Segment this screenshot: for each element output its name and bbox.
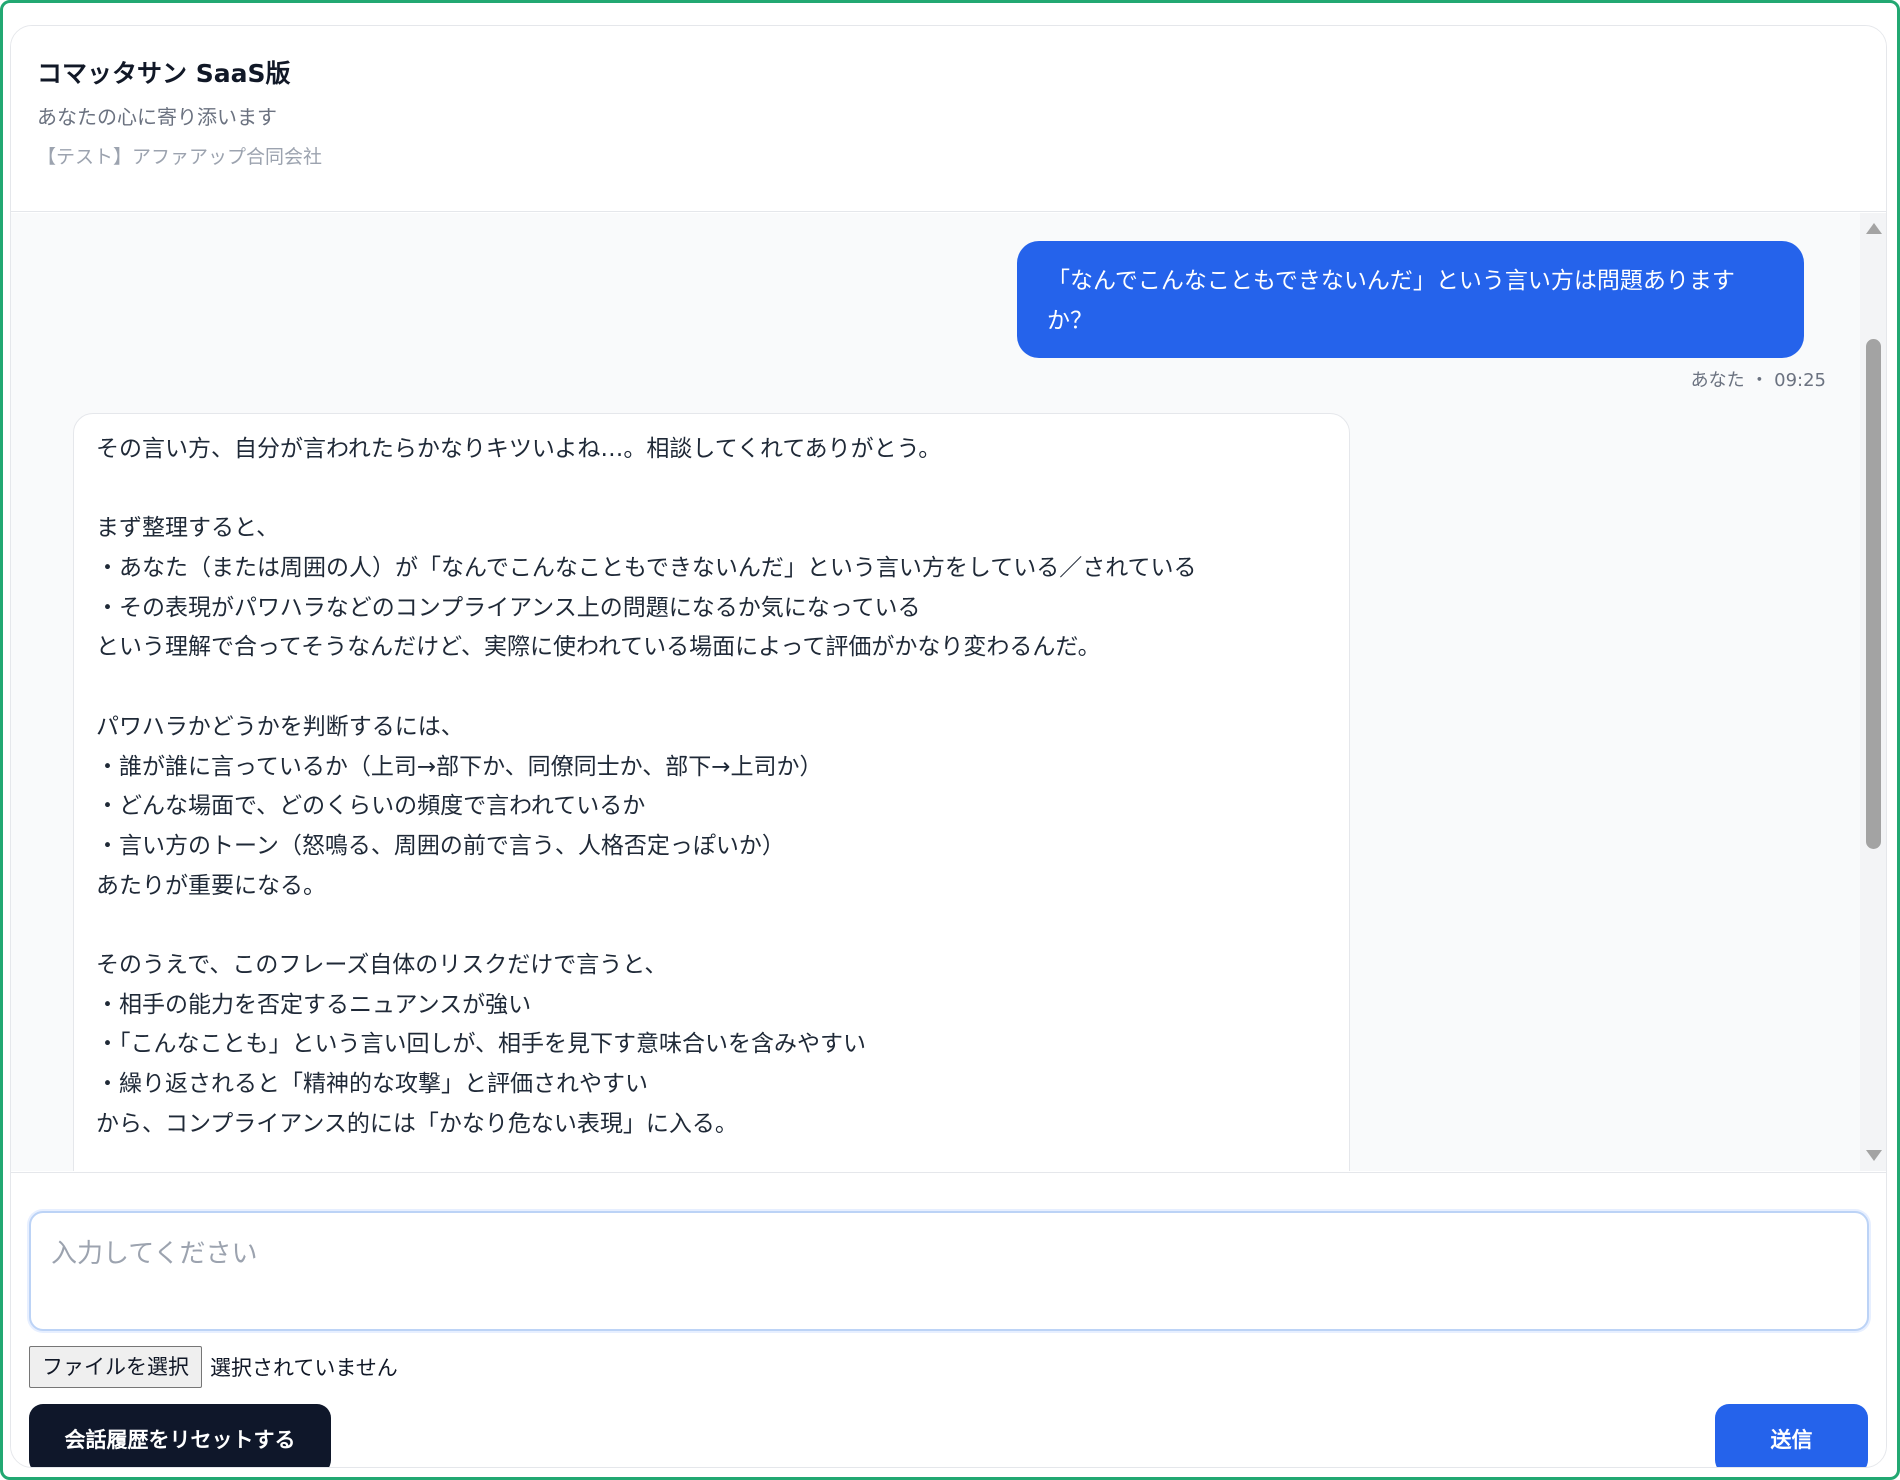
chat-log[interactable]: 「なんでこんなこともできないんだ」という言い方は問題ありますか？ あなた ・ 0… [11, 213, 1886, 1171]
assistant-message-line: そのうえで、このフレーズ自体のリスクだけで言うと、 [96, 951, 668, 978]
assistant-message-line: あたりが重要になる。 [96, 872, 326, 899]
assistant-message-line: から、コンプライアンス的には「かなり危ない表現」に入る。 [96, 1110, 738, 1137]
scroll-up-arrow-icon[interactable] [1866, 223, 1882, 234]
assistant-message-line: ・どんな場面で、どのくらいの頻度で言われているか [96, 793, 646, 820]
file-picker: ファイルを選択 選択されていません [29, 1346, 398, 1388]
assistant-message-line [96, 470, 1327, 510]
send-button[interactable]: 送信 [1715, 1404, 1868, 1467]
message-input[interactable] [29, 1211, 1869, 1331]
app-frame: コマッタサン SaaS版 あなたの心に寄り添います 【テスト】アファアップ合同会… [0, 0, 1900, 1480]
assistant-message-line [96, 668, 1327, 708]
assistant-message-line: ・相手の能力を否定するニュアンスが強い [96, 991, 532, 1018]
user-message-bubble: 「なんでこんなこともできないんだ」という言い方は問題ありますか？ [1017, 241, 1804, 358]
reset-history-button[interactable]: 会話履歴をリセットする [29, 1404, 331, 1467]
assistant-message-line: ・言い方のトーン（怒鳴る、周囲の前で言う、人格否定っぽいか） [96, 832, 785, 859]
chat-card: コマッタサン SaaS版 あなたの心に寄り添います 【テスト】アファアップ合同会… [10, 25, 1887, 1468]
composer: ファイルを選択 選択されていません 会話履歴をリセットする 送信 [11, 1172, 1886, 1467]
app-subtitle: あなたの心に寄り添います [37, 105, 277, 129]
assistant-message-line: その言い方、自分が言われたらかなりキツいよね…。相談してくれてありがとう。 [96, 436, 942, 462]
choose-file-button[interactable]: ファイルを選択 [29, 1346, 202, 1388]
user-message-meta: あなた ・ 09:25 [1690, 370, 1826, 391]
assistant-message-line: まず整理すると、 [96, 515, 280, 542]
header: コマッタサン SaaS版 あなたの心に寄り添います 【テスト】アファアップ合同会… [11, 26, 1886, 212]
assistant-message-line: という理解で合ってそうなんだけど、実際に使われている場面によって評価がかなり変わ… [96, 634, 1101, 661]
assistant-message-line: ・あなた（または周囲の人）が「なんでこんなこともできないんだ」という言い方をして… [96, 555, 1197, 582]
assistant-message-line: ・繰り返されると「精神的な攻撃」と評価されやすい [96, 1071, 648, 1097]
company-name: 【テスト】アファアップ合同会社 [37, 146, 323, 168]
assistant-message-line: ・「こんなことも」という言い回しが、相手を見下す意味合いを含みやすい [96, 1031, 867, 1058]
file-status: 選択されていません [210, 1356, 398, 1380]
scrollbar-thumb[interactable] [1866, 339, 1881, 849]
assistant-message-line: ・誰が誰に言っているか（上司→部下か、同僚同士か、部下→上司か） [96, 753, 823, 780]
user-message-text: 「なんでこんなこともできないんだ」という言い方は問題ありますか？ [1047, 268, 1735, 334]
assistant-message-line: パワハラかどうかを判断するには、 [96, 713, 464, 740]
assistant-message-bubble: その言い方、自分が言われたらかなりキツいよね…。相談してくれてありがとう。 まず… [73, 413, 1350, 1171]
assistant-message-line: ・その表現がパワハラなどのコンプライアンス上の問題になるか気になっている [96, 594, 921, 621]
scroll-down-arrow-icon[interactable] [1866, 1150, 1882, 1161]
assistant-message-line [96, 906, 1327, 946]
chat-scrollbar[interactable] [1860, 213, 1886, 1171]
app-title: コマッタサン SaaS版 [37, 59, 291, 88]
